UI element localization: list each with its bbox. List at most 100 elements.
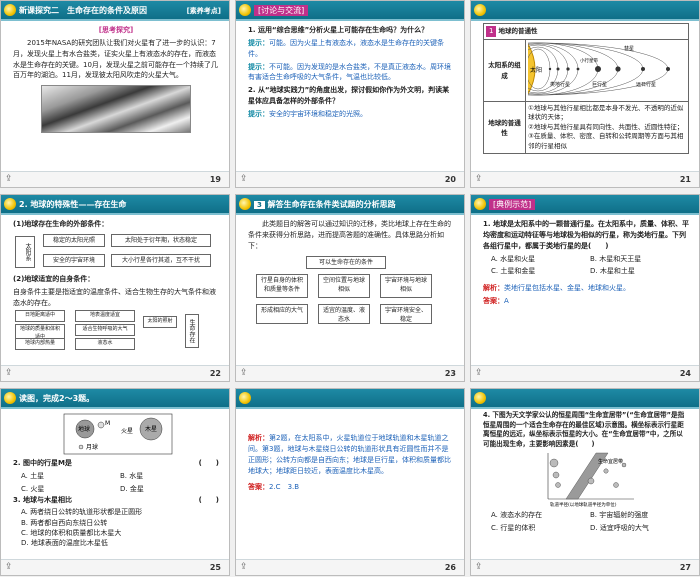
slide-label: [讨论与交流] xyxy=(254,5,309,16)
option-b[interactable]: B. 两者都自西向东绕日公转 xyxy=(21,518,219,528)
x-axis-label: 轨道半径(以地球轨道半径为单位) xyxy=(550,501,617,508)
answer-label: 答案： xyxy=(248,483,269,492)
section-number: 3 xyxy=(254,201,265,209)
slide-26: 解析：第2题，在太阳系中，火星轨道位于地球轨道和木星轨道之间。第3题，地球与木星… xyxy=(235,388,465,576)
logo-icon xyxy=(474,198,486,210)
slide-footer: ⇪ 26 xyxy=(236,559,464,575)
option-d[interactable]: D. 金星 xyxy=(120,484,219,495)
flow-box: 液态水 xyxy=(75,338,135,351)
flow-box: 地表温度适宜 xyxy=(75,310,135,323)
slide-header xyxy=(471,389,699,409)
external-conditions-diagram: 太阳系 稳定的太阳光照 太阳处于衍年期，状态稳定 安全的宇宙环境 大小行星各行其… xyxy=(13,232,219,274)
section-number: 1 xyxy=(486,26,497,37)
venus-dot xyxy=(556,67,560,71)
planet-dot xyxy=(613,482,619,488)
star-dot xyxy=(555,482,561,488)
question-1: 1. 运用“综合思维”分析火星上可能存在生命吗？为什么？ xyxy=(248,26,429,34)
question-2: 2. 图中的行星M是 xyxy=(13,459,72,467)
moon-circle xyxy=(78,444,84,450)
hint-text: 安全的宇宙环境和稳定的光照。 xyxy=(269,109,367,118)
planet-dot xyxy=(587,477,595,485)
planet-dot xyxy=(603,468,609,474)
slide-body: 解析：第2题，在太阳系中，火星轨道位于地球轨道和木星轨道之间。第3题，地球与木星… xyxy=(248,433,454,557)
slide-footer: ⇪ 22 xyxy=(1,365,229,381)
analysis-flow-diagram: 可以生命存在的条件 行星自身的体积和质量等条件 空间位置与地球相似 宇宙环境与地… xyxy=(248,255,454,332)
option-c[interactable]: C. 火星 xyxy=(21,484,120,495)
logo-icon xyxy=(239,392,251,404)
option-a[interactable]: A. 水星和火星 xyxy=(491,254,590,265)
slide-footer: ⇪ 20 xyxy=(236,171,464,187)
option-b[interactable]: B. 宇宙辐射的强度 xyxy=(590,510,689,521)
slide-header: 2. 地球的特殊性——存在生命 xyxy=(1,195,229,215)
share-icon: ⇪ xyxy=(240,562,248,572)
page-number: 23 xyxy=(444,369,456,378)
slide-footer: ⇪ 21 xyxy=(471,171,699,187)
flow-box: 地球内部热量 xyxy=(15,338,65,351)
slide-title: 2. 地球的特殊性——存在生命 xyxy=(19,200,127,209)
solar-system-box: 太阳系 xyxy=(15,235,35,268)
property-item: ②地球与其他行星具有同向性、共面性、近圆性特征； xyxy=(528,122,684,131)
logo-icon xyxy=(474,392,486,404)
slide-body: 地球 M 火星 木星 月球 2. 图中的行星M是 ( ) A. 土星 B. 水星 … xyxy=(13,413,219,557)
slide-23: 3 解答生命存在条件类试题的分析思路 此类题目的解答可以通过知识的迁移，类比地球… xyxy=(235,194,465,382)
condition-box: 稳定的太阳光照 xyxy=(43,233,105,248)
page-number: 26 xyxy=(444,563,456,572)
slide-body: [思考探究] 2015年NASA的研究团队让我们对火星有了进一步的认识：7月，发… xyxy=(13,25,219,169)
row-label: 地球的普通性 xyxy=(483,101,526,155)
option-c[interactable]: C. 行星的体积 xyxy=(491,523,590,534)
condition-box: 太阳处于衍年期，状态稳定 xyxy=(111,233,211,248)
slide-body: 1 地球的普通性 太阳系的组成 太阳 彗星 类地行星 巨行星 远日行星 小行星带… xyxy=(471,23,689,169)
condition-box: 安全的宇宙环境 xyxy=(43,253,105,268)
mars-surface-image xyxy=(41,85,191,134)
slide-body: 此类题目的解答可以通过知识的迁移，类比地球上存在生命的条件来获得分析思路，进而提… xyxy=(248,219,454,363)
option-d[interactable]: D. 木星和土星 xyxy=(590,266,689,277)
far-planet-label: 远日行星 xyxy=(636,81,656,88)
body-text: 2015年NASA的研究团队让我们对火星有了进一步的认识：7月，发现火星上有水合… xyxy=(13,38,218,80)
share-icon: ⇪ xyxy=(475,368,483,378)
hint-text: 可能。因为火星上有液态水，液态水是生命存在的关键条件。 xyxy=(248,38,444,58)
comet-label: 彗星 xyxy=(624,45,634,52)
share-icon: ⇪ xyxy=(475,174,483,184)
moon-label: 月球 xyxy=(86,443,98,451)
logo-icon xyxy=(4,198,16,210)
answer-paren: ( ) xyxy=(198,459,219,467)
logo-icon xyxy=(239,198,251,210)
slide-title: 新课探究二 生命存在的条件及原因 xyxy=(19,6,147,15)
share-icon: ⇪ xyxy=(5,174,13,184)
band-label: 生命宜居带 xyxy=(598,458,623,465)
table-heading: 地球的普通性 xyxy=(498,27,538,36)
earth-ordinariness-table: 1 地球的普通性 太阳系的组成 太阳 彗星 类地行星 巨行星 远日行星 小行星带… xyxy=(471,23,689,155)
page-number: 21 xyxy=(679,175,691,184)
planet-m-circle xyxy=(97,421,105,429)
option-d[interactable]: D. 地球表面的温度比木星低 xyxy=(21,538,219,548)
slide-header: 3 解答生命存在条件类试题的分析思路 xyxy=(236,195,464,215)
answer-label: 答案： xyxy=(483,297,504,306)
q3-options: A. 两者绕日公转的轨道形状都是正圆形 B. 两者都自西向东绕日公转 C. 地球… xyxy=(21,507,219,548)
answer-paren: ( ) xyxy=(198,495,219,504)
slide-25: 读图，完成2～3题。 地球 M 火星 木星 月球 2. 图中的行星M是 ( ) A… xyxy=(0,388,230,576)
page-number: 20 xyxy=(444,175,456,184)
hint-label: 提示： xyxy=(248,62,269,71)
slide-title: 读图，完成2～3题。 xyxy=(19,394,95,403)
logo-icon xyxy=(4,392,16,404)
option-d[interactable]: D. 适宜呼吸的大气 xyxy=(590,523,689,534)
star-dot xyxy=(552,471,560,479)
share-icon: ⇪ xyxy=(5,562,13,572)
uranus-dot xyxy=(641,67,645,71)
option-a[interactable]: A. 两者绕日公转的轨道形状都是正圆形 xyxy=(21,507,219,517)
flow-box: 日地距离适中 xyxy=(15,310,65,323)
body-text: 自身条件主要是指适宜的温度条件、适合生物生存的大气条件和液态水的存在。 xyxy=(13,287,216,307)
slide-header xyxy=(471,1,699,21)
logo-icon xyxy=(239,4,251,16)
option-a[interactable]: A. 液态水的存在 xyxy=(491,510,590,521)
slide-footer: ⇪ 25 xyxy=(1,559,229,575)
option-b[interactable]: B. 木星和天王星 xyxy=(590,254,689,265)
terrestrial-label: 类地行星 xyxy=(550,81,570,88)
logo-icon xyxy=(474,4,486,16)
option-c[interactable]: C. 地球的体积和质量都比木星大 xyxy=(21,528,219,538)
option-c[interactable]: C. 土星和金星 xyxy=(491,266,590,277)
option-a[interactable]: A. 土星 xyxy=(21,471,120,482)
slide-21: 1 地球的普通性 太阳系的组成 太阳 彗星 类地行星 巨行星 远日行星 小行星带… xyxy=(470,0,700,188)
option-b[interactable]: B. 水星 xyxy=(120,471,219,482)
slide-header: 新课探究二 生命存在的条件及原因 [素养考点] xyxy=(1,1,229,21)
